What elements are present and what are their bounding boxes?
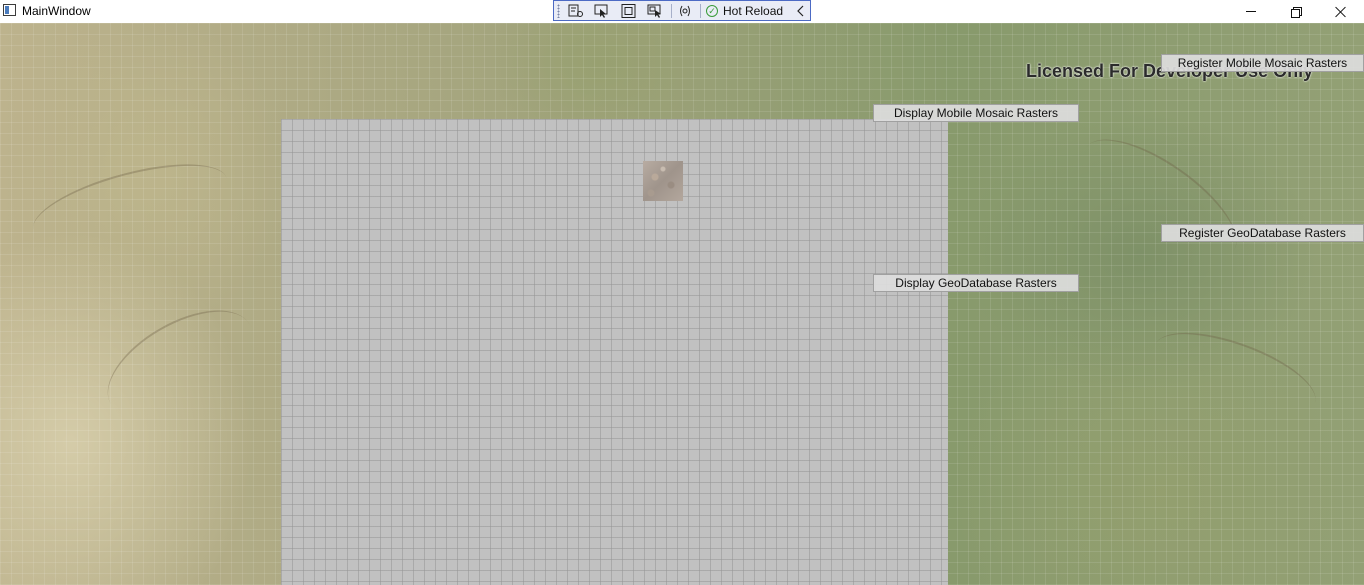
register-mobile-mosaic-button[interactable]: Register Mobile Mosaic Rasters [1161,54,1364,72]
display-layout-adorners-icon[interactable] [620,3,638,19]
track-focused-element-icon[interactable] [646,3,664,19]
collapse-chevron-icon[interactable] [795,3,807,19]
xaml-debug-toolbar: ✓ Hot Reload [553,0,811,21]
register-geodatabase-button[interactable]: Register GeoDatabase Rasters [1161,224,1364,242]
close-button[interactable] [1318,0,1363,23]
select-element-icon[interactable] [567,3,585,19]
minimize-icon [1245,11,1256,12]
restore-button[interactable] [1273,0,1318,23]
toolbar-grip[interactable] [557,4,560,18]
app-icon [3,4,16,16]
raster-extent-layer [281,119,948,585]
restore-icon [1290,6,1302,18]
minimize-button[interactable] [1228,0,1273,23]
toolbar-separator [700,4,701,18]
raster-tile [643,161,683,201]
binding-failures-icon[interactable] [676,3,694,19]
hot-reload-status-icon: ✓ [706,5,718,17]
main-window: MainWindow ✓ Hot Reload Licensed For Reg… [0,0,1364,585]
display-mobile-mosaic-button[interactable]: Display Mobile Mosaic Rasters [873,104,1079,122]
close-icon [1335,6,1347,18]
display-geodatabase-button[interactable]: Display GeoDatabase Rasters [873,274,1079,292]
window-title: MainWindow [22,4,91,18]
pointer-icon[interactable] [593,3,611,19]
hot-reload-label: Hot Reload [723,4,784,18]
map-view[interactable]: Licensed For Developer Use Only Register… [0,23,1364,585]
hot-reload-button[interactable]: ✓ Hot Reload [706,3,783,19]
toolbar-separator [671,4,672,18]
